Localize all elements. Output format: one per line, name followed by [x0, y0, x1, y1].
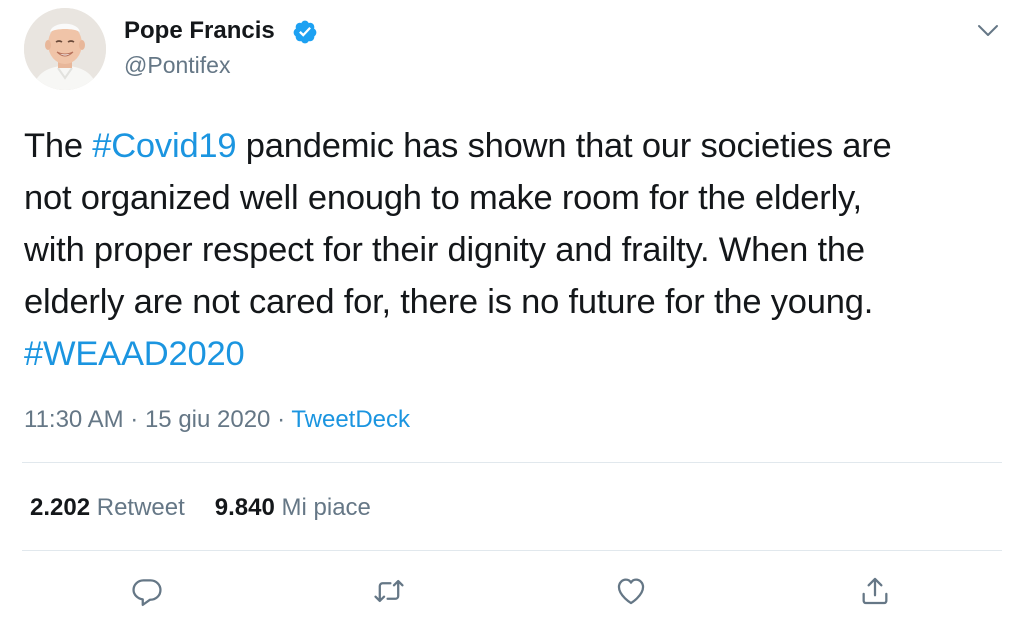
verified-badge-icon: [293, 20, 317, 44]
chevron-down-icon[interactable]: [974, 16, 1002, 44]
tweet-text-segment: with proper respect for their dignity an…: [24, 231, 865, 269]
user-handle[interactable]: @Pontifex: [124, 51, 230, 79]
avatar[interactable]: [24, 8, 106, 90]
tweet-text-segment: pandemic has shown that our societies ar…: [236, 127, 892, 165]
tweet-source-link[interactable]: TweetDeck: [291, 406, 410, 433]
reply-icon: [132, 579, 162, 607]
reply-button[interactable]: [130, 574, 164, 608]
share-button[interactable]: [858, 574, 892, 608]
tweet-meta: 11:30 AM · 15 giu 2020 · TweetDeck: [24, 404, 410, 436]
tweet-line: elderly are not cared for, there is no f…: [24, 276, 1009, 328]
tweet-text-segment: The: [24, 127, 93, 165]
tweet-text-segment: not organized well enough to make room f…: [24, 179, 862, 217]
divider: [22, 550, 1002, 551]
likes-stat[interactable]: 9.840 Mi piace: [215, 492, 371, 524]
tweet-text-segment: elderly are not cared for, there is no f…: [24, 283, 874, 321]
tweet-time[interactable]: 11:30 AM: [24, 406, 124, 433]
retweet-button[interactable]: [372, 574, 406, 608]
retweets-stat[interactable]: 2.202 Retweet: [30, 492, 185, 524]
like-button[interactable]: [614, 574, 648, 608]
tweet-line: #WEAAD2020: [24, 328, 1009, 380]
avatar-image: [24, 8, 106, 90]
divider: [22, 462, 1002, 463]
tweet-card: Pope Francis @Pontifex The #Covid19 pand…: [0, 0, 1024, 630]
display-name[interactable]: Pope Francis: [124, 16, 275, 46]
retweets-count: 2.202: [30, 494, 91, 521]
meta-separator: ·: [270, 406, 292, 433]
tweet-date[interactable]: 15 giu 2020: [145, 406, 270, 433]
share-icon: [862, 577, 888, 605]
tweet-text: The #Covid19 pandemic has shown that our…: [24, 120, 1009, 380]
meta-separator: ·: [123, 406, 145, 433]
likes-label: Mi piace: [281, 494, 371, 521]
heart-icon: [617, 578, 645, 605]
tweet-line: with proper respect for their dignity an…: [24, 224, 1009, 276]
likes-count: 9.840: [214, 494, 275, 521]
retweets-label: Retweet: [96, 494, 185, 521]
hashtag-link[interactable]: #Covid19: [92, 127, 236, 165]
tweet-line: not organized well enough to make room f…: [24, 172, 1009, 224]
tweet-line: The #Covid19 pandemic has shown that our…: [24, 120, 1009, 172]
tweet-stats: 2.202 Retweet 9.840 Mi piace: [30, 492, 401, 524]
hashtag-link[interactable]: #WEAAD2020: [24, 335, 245, 373]
retweet-icon: [374, 579, 404, 603]
